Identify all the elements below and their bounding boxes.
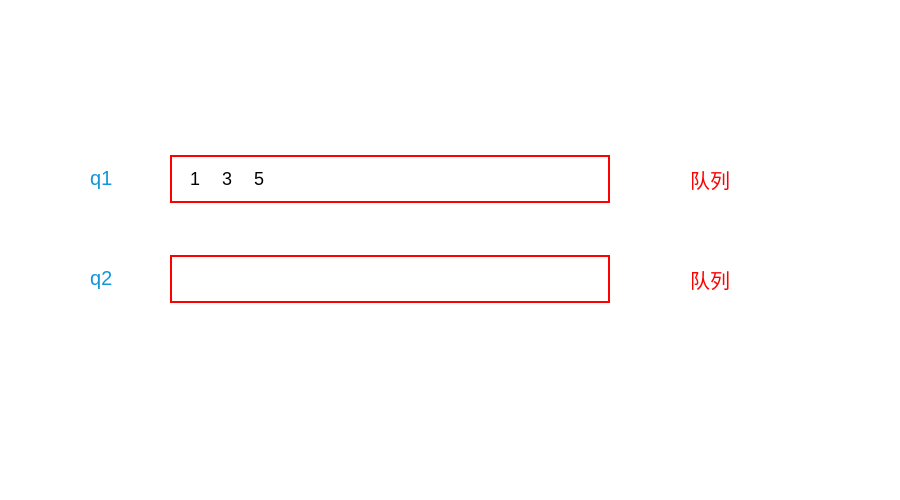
queue-type-label: 队列 — [690, 265, 730, 294]
queue-label-q2: q2 — [90, 268, 170, 291]
queue-type-label: 队列 — [690, 165, 730, 194]
queue-row-q2: q2 队列 — [90, 255, 730, 303]
queue-item: 5 — [254, 169, 264, 190]
queue-item: 1 — [190, 169, 200, 190]
queue-row-q1: q1 1 3 5 队列 — [90, 155, 730, 203]
queue-item: 3 — [222, 169, 232, 190]
queue-box-q1: 1 3 5 — [170, 155, 610, 203]
queue-label-q1: q1 — [90, 168, 170, 191]
queue-box-q2 — [170, 255, 610, 303]
